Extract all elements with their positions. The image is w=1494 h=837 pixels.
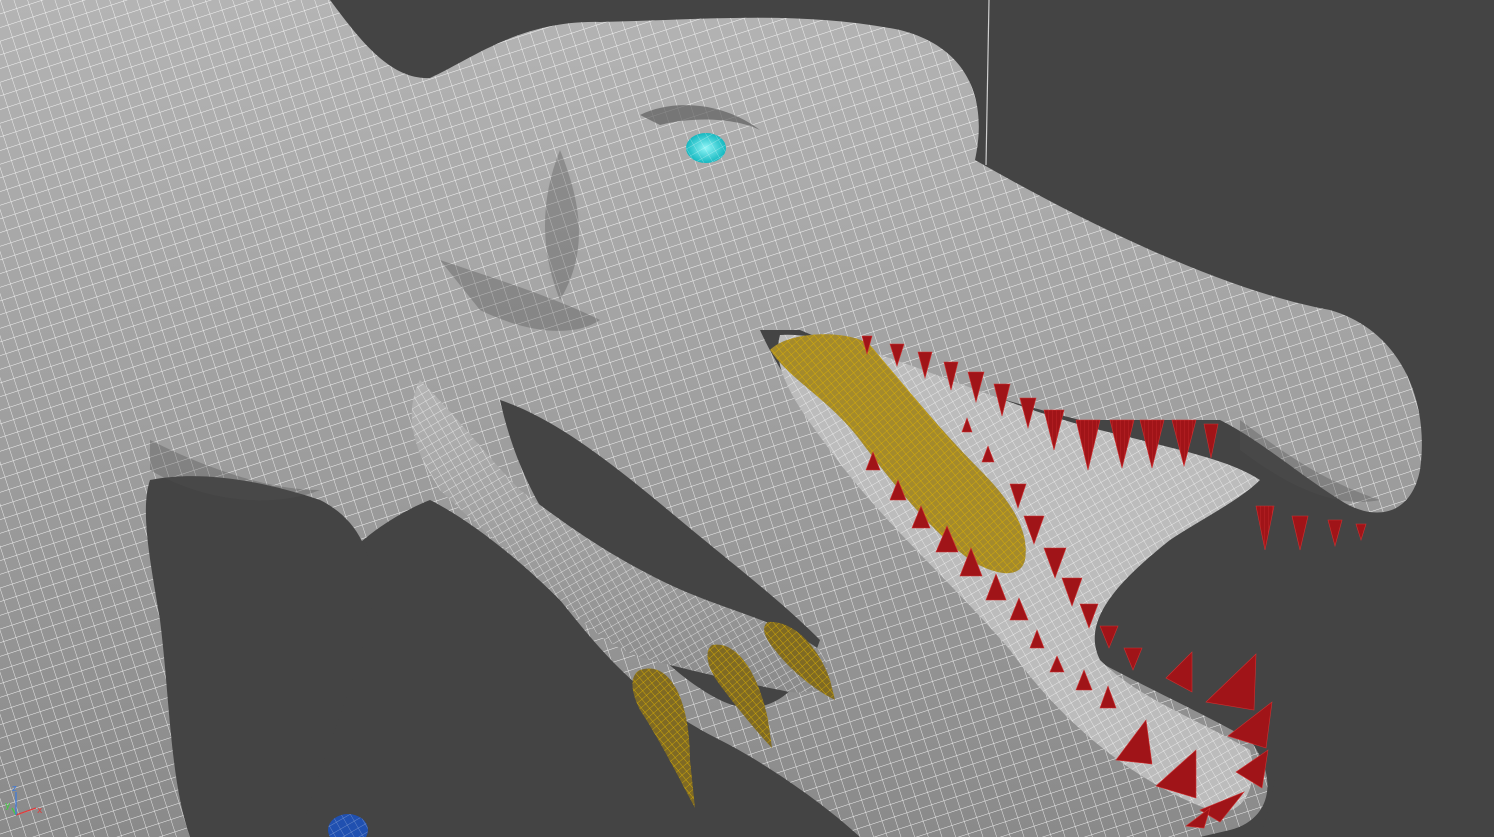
3d-viewport[interactable]: x y z [0, 0, 1494, 837]
tooth[interactable] [1355, 523, 1367, 542]
construction-line [985, 0, 990, 166]
tooth[interactable] [1165, 651, 1193, 693]
background-gap-under-neck [145, 476, 373, 837]
background-gap-right [1260, 540, 1494, 837]
tooth[interactable] [1205, 653, 1257, 711]
tooth[interactable] [1327, 519, 1343, 548]
tooth[interactable] [1123, 647, 1143, 671]
tooth[interactable] [1203, 423, 1219, 459]
axis-z-label: z [12, 784, 17, 794]
axis-x-label: x [37, 806, 43, 816]
blue-object-mesh[interactable] [328, 814, 368, 837]
axis-y-label: y [5, 801, 11, 811]
viewport-scene[interactable]: x y z [0, 0, 1494, 837]
tooth[interactable] [1099, 625, 1119, 649]
